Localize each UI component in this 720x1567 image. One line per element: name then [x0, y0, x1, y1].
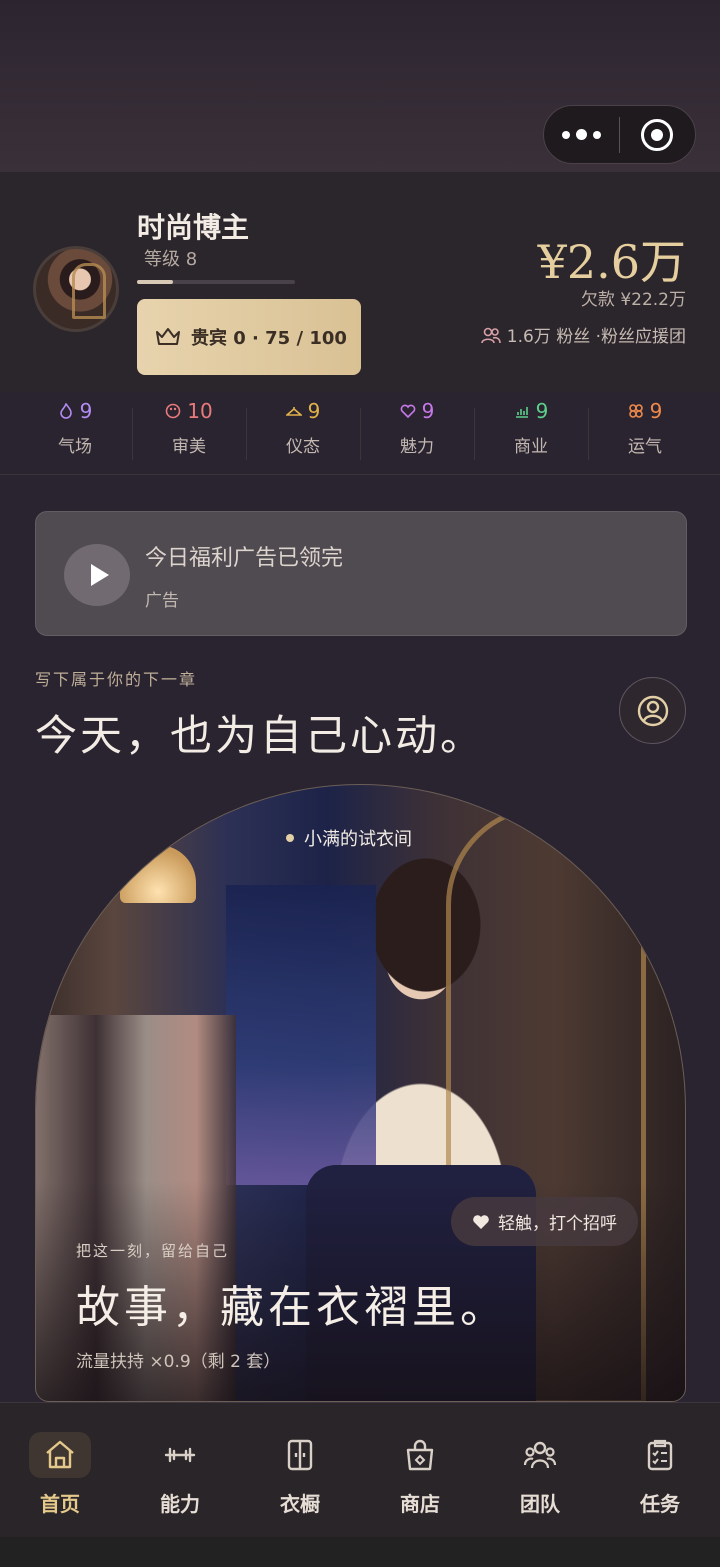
- stat-value: 10: [187, 399, 213, 423]
- target-close-icon[interactable]: [620, 106, 695, 163]
- fitting-room-scene[interactable]: 小满的试衣间 轻触，打个招呼 把这一刻，留给自己 故事，藏在衣褶里。 流量扶持 …: [35, 784, 686, 1402]
- avatar[interactable]: [33, 246, 119, 332]
- stat-value: 9: [649, 399, 663, 423]
- scene-caption-text: 小满的试衣间: [304, 829, 412, 850]
- level-progress-bar: [137, 280, 295, 284]
- profile-name: 时尚博主: [137, 211, 250, 244]
- tab-label: 商店: [400, 1492, 440, 1516]
- traffic-boost-label: 流量扶持 ×0.9（剩 2 套）: [76, 1352, 281, 1372]
- pendant-lamp: [120, 845, 196, 903]
- stat-charm[interactable]: 9 魅力: [360, 396, 474, 468]
- fans-icon: [480, 327, 501, 343]
- stat-label: 魅力: [400, 437, 434, 457]
- dot-icon: [286, 834, 294, 842]
- shopping-bag-icon: [406, 1439, 434, 1471]
- tab-label: 能力: [160, 1492, 200, 1516]
- task-list-icon: [647, 1439, 673, 1471]
- dumbbell-icon: [164, 1447, 196, 1463]
- tab-team[interactable]: 团队: [480, 1403, 600, 1537]
- stat-luck[interactable]: 9 运气: [588, 396, 702, 468]
- stat-aesthetic[interactable]: 10 审美: [132, 396, 246, 468]
- mini-program-capsule: [543, 105, 696, 164]
- tab-label: 衣橱: [280, 1492, 320, 1516]
- play-icon[interactable]: [64, 544, 130, 606]
- stat-value: 9: [421, 399, 435, 423]
- chapter-headline: 今天，也为自己心动。: [35, 711, 486, 760]
- team-icon: [523, 1441, 557, 1469]
- tab-ability[interactable]: 能力: [120, 1403, 240, 1537]
- money-balance: ¥2.6万: [537, 235, 686, 289]
- home-indicator-area: [0, 1537, 720, 1567]
- vip-label: 贵宾 0 · 75 / 100: [191, 328, 347, 349]
- user-profile-button[interactable]: [619, 677, 686, 744]
- stat-label: 审美: [172, 437, 206, 457]
- stat-value: 9: [307, 399, 321, 423]
- stat-value: 9: [79, 399, 93, 423]
- tab-shop[interactable]: 商店: [360, 1403, 480, 1537]
- stat-label: 仪态: [286, 437, 320, 457]
- heart-icon: [400, 404, 415, 419]
- heart-icon: [473, 1214, 489, 1229]
- home-icon: [46, 1440, 74, 1469]
- scene-keep-text: 把这一刻，留给自己: [76, 1242, 230, 1260]
- greet-button[interactable]: 轻触，打个招呼: [451, 1197, 638, 1246]
- clover-icon: [628, 404, 643, 418]
- more-dots-icon[interactable]: [544, 106, 619, 163]
- tab-label: 任务: [640, 1492, 680, 1516]
- fans-info[interactable]: 1.6万 粉丝 ·粉丝应援团: [480, 322, 686, 347]
- stat-posture[interactable]: 9 仪态: [246, 396, 360, 468]
- city-window: [226, 885, 376, 1185]
- stat-value: 9: [535, 399, 549, 423]
- stat-label: 气场: [58, 437, 92, 457]
- tab-label: 首页: [40, 1492, 80, 1516]
- vip-button[interactable]: 贵宾 0 · 75 / 100: [137, 299, 361, 375]
- ad-card[interactable]: 今日福利广告已领完 广告: [35, 511, 687, 636]
- stat-label: 商业: [514, 437, 548, 457]
- flame-icon: [59, 403, 72, 419]
- tab-label: 团队: [520, 1492, 560, 1516]
- stat-aura[interactable]: 9 气场: [18, 396, 132, 468]
- section-divider: [0, 474, 720, 475]
- stat-business[interactable]: 9 商业: [474, 396, 588, 468]
- hanger-icon: [285, 407, 302, 416]
- profile-card: 时尚博主 等级 8 贵宾 0 · 75 / 100 ¥2.6万 欠款 ¥22.2…: [0, 172, 720, 392]
- level-progress-fill: [137, 280, 174, 284]
- tab-tasks[interactable]: 任务: [600, 1403, 720, 1537]
- chapter-subtitle: 写下属于你的下一章: [35, 670, 198, 689]
- fans-label: 1.6万 粉丝 ·粉丝应援团: [506, 327, 686, 347]
- stats-row: 9 气场 10 审美 9 仪态 9 魅力 9 商业 9 运气: [18, 396, 702, 468]
- level-label: 等级 8: [144, 249, 198, 270]
- ad-tag: 广告: [145, 591, 179, 611]
- chart-icon: [515, 407, 528, 418]
- greet-label: 轻触，打个招呼: [498, 1214, 617, 1234]
- scene-story-title: 故事，藏在衣褶里。: [76, 1282, 508, 1333]
- user-icon: [637, 695, 668, 726]
- stat-label: 运气: [628, 437, 662, 457]
- bottom-tab-bar: 首页 能力 衣橱 商店 团队 任务: [0, 1402, 720, 1537]
- scene-caption: 小满的试衣间: [286, 825, 412, 851]
- wardrobe-icon: [287, 1439, 313, 1471]
- palette-icon: [165, 403, 181, 419]
- debt-label: 欠款 ¥22.2万: [580, 290, 686, 310]
- tab-home[interactable]: 首页: [0, 1403, 120, 1537]
- tab-wardrobe[interactable]: 衣橱: [240, 1403, 360, 1537]
- ad-title: 今日福利广告已领完: [145, 546, 344, 571]
- crown-icon: [156, 328, 180, 345]
